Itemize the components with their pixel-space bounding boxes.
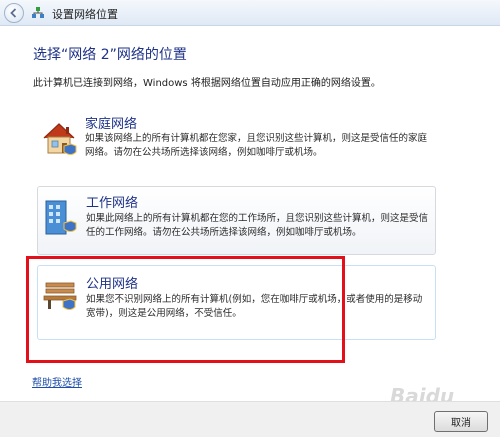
- help-me-choose-link[interactable]: 帮助我选择: [32, 374, 82, 389]
- work-network-option[interactable]: 工作网络 如果此网络上的所有计算机都在您的工作场所，且您识别这些计算机，则这是受…: [37, 186, 436, 255]
- page-description: 此计算机已连接到网络，Windows 将根据网络位置自动应用正确的网络设置。: [33, 78, 381, 89]
- home-network-description: 如果该网络上的所有计算机都在您家，且您识别这些计算机，则这是受信任的家庭网络。请…: [85, 133, 428, 158]
- work-network-description: 如果此网络上的所有计算机都在您的工作场所，且您识别这些计算机，则这是受信任的工作…: [86, 213, 429, 238]
- network-icon: [32, 7, 44, 18]
- public-network-description: 如果您不识别网络上的所有计算机(例如，您在咖啡厅或机场，或者使用的是移动宽带)，…: [86, 294, 423, 319]
- footer-bar: 取消: [0, 401, 500, 437]
- back-arrow-icon: [10, 8, 17, 18]
- home-network-title: 家庭网络: [85, 117, 138, 132]
- office-building-icon: [45, 200, 77, 235]
- park-bench-icon: [43, 282, 77, 310]
- house-icon: [43, 123, 77, 155]
- page-title: 选择“网络 2”网络的位置: [33, 47, 187, 63]
- home-network-option[interactable]: 家庭网络 如果该网络上的所有计算机都在您家，且您识别这些计算机，则这是受信任的家…: [37, 110, 436, 172]
- window-title: 设置网络位置: [52, 8, 118, 21]
- back-button[interactable]: [4, 3, 24, 23]
- public-network-option[interactable]: 公用网络 如果您不识别网络上的所有计算机(例如，您在咖啡厅或机场，或者使用的是移…: [37, 265, 436, 340]
- work-network-title: 工作网络: [86, 196, 139, 211]
- public-network-title: 公用网络: [86, 277, 139, 292]
- title-bar: 设置网络位置: [0, 0, 500, 26]
- cancel-button[interactable]: 取消: [434, 411, 488, 432]
